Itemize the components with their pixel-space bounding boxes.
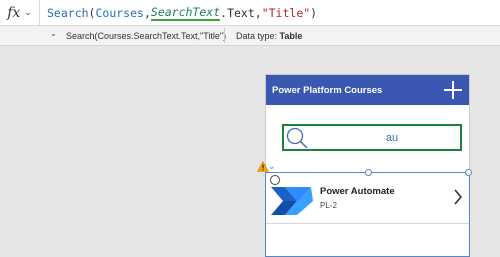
divider (266, 223, 469, 224)
search-value: au (385, 132, 399, 144)
chevron-down-icon[interactable]: ⌄ (268, 161, 276, 172)
data-type-indicator: Data type: Table (236, 31, 302, 41)
data-type-value: Table (279, 31, 303, 41)
resize-handle[interactable] (365, 169, 372, 176)
formula-close-paren: ) (310, 5, 318, 20)
app-header: Power Platform Courses (266, 75, 469, 105)
function-picker-button[interactable]: fx ⌄ (0, 0, 40, 26)
formula-result-bar: ⌄ Search(Courses.SearchText.Text,"Title"… (0, 26, 500, 46)
formula-string-token: "Title" (261, 5, 311, 20)
power-automate-logo (271, 187, 313, 215)
add-icon[interactable] (443, 80, 463, 100)
formula-control-token: SearchText (150, 4, 221, 21)
formula-comma: , (254, 5, 262, 20)
search-input[interactable]: au (282, 124, 462, 151)
formula-function-token: Search (47, 5, 89, 20)
chevron-down-icon[interactable]: ⌄ (50, 29, 57, 38)
formula-input[interactable]: Search(Courses, SearchText .Text, "Title") (40, 0, 500, 26)
edit-icon[interactable] (270, 175, 280, 185)
gallery-item-title: Power Automate (320, 186, 395, 197)
formula-expression-preview: Search(Courses.SearchText.Text,"Title") (66, 31, 227, 41)
gallery-item[interactable]: Power Automate PL-2 (266, 178, 469, 222)
formula-bar: fx ⌄ Search(Courses, SearchText .Text, "Tit… (0, 0, 500, 26)
search-icon (286, 127, 308, 149)
app-title: Power Platform Courses (272, 85, 383, 96)
chevron-right-icon[interactable] (453, 188, 463, 206)
divider (224, 28, 225, 43)
fx-icon: fx (7, 4, 21, 21)
formula-property-token: .Text (220, 5, 255, 20)
formula-collection-token: Courses (95, 5, 144, 20)
data-type-label: Data type: (236, 31, 278, 41)
chevron-down-icon: ⌄ (24, 7, 32, 17)
resize-handle[interactable] (465, 169, 472, 176)
gallery-item-subtitle: PL-2 (320, 201, 337, 210)
formula-comma: , (143, 5, 151, 20)
formula-open-paren: ( (88, 5, 96, 20)
